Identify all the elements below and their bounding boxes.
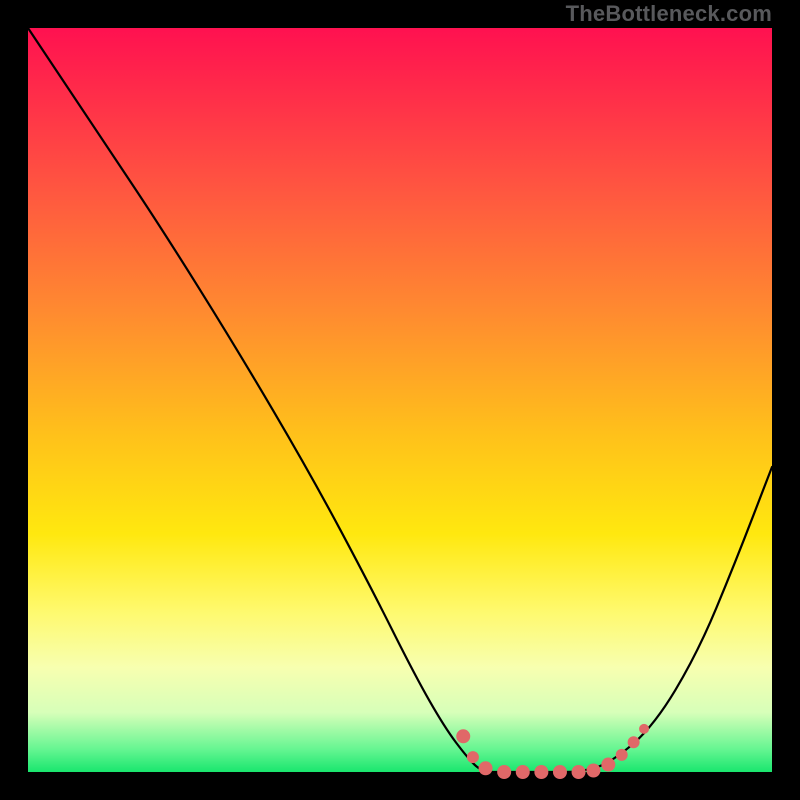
chart-frame: TheBottleneck.com	[0, 0, 800, 800]
curve-marker-dot	[516, 765, 530, 779]
chart-svg	[28, 28, 772, 772]
curve-marker-dot	[479, 761, 493, 775]
bottleneck-curve	[28, 28, 772, 772]
curve-marker-dot	[497, 765, 511, 779]
curve-marker-dot	[586, 764, 600, 778]
curve-marker-dot	[534, 765, 548, 779]
curve-marker-dot	[553, 765, 567, 779]
curve-marker-dot	[639, 724, 649, 734]
curve-marker-dot	[467, 751, 479, 763]
curve-marker-dot	[601, 758, 615, 772]
curve-markers	[456, 724, 649, 779]
plot-area	[28, 28, 772, 772]
curve-marker-dot	[616, 749, 628, 761]
curve-marker-dot	[572, 765, 586, 779]
curve-marker-dot	[628, 736, 640, 748]
curve-marker-dot	[456, 729, 470, 743]
attribution-text: TheBottleneck.com	[566, 1, 772, 27]
